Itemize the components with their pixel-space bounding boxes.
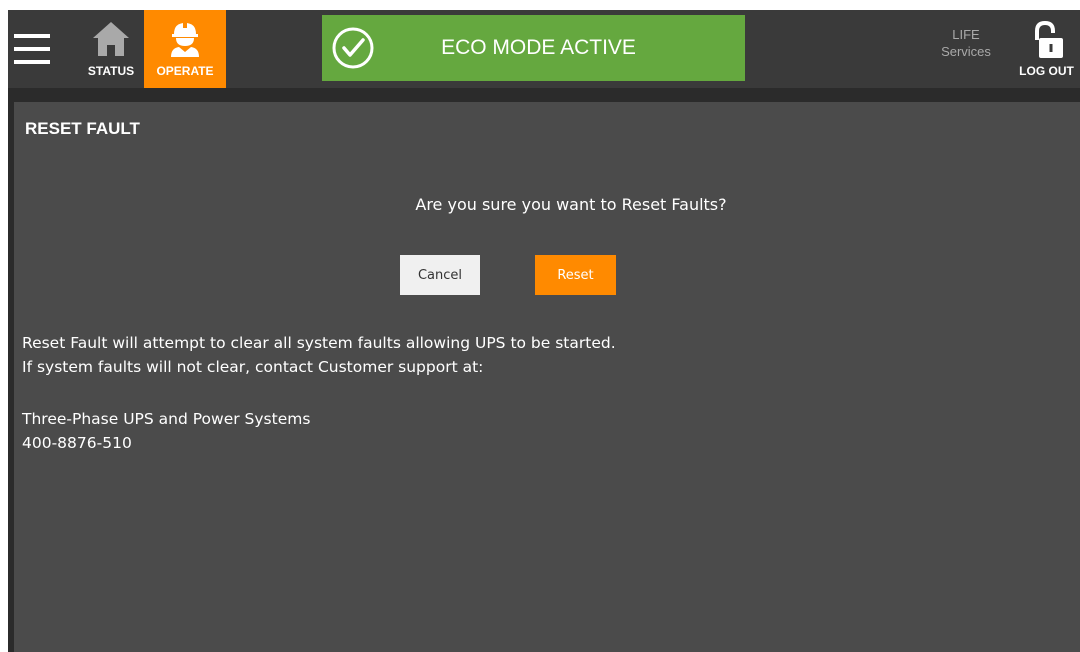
support-company: Three-Phase UPS and Power Systems — [22, 410, 311, 428]
info-text-line2: If system faults will not clear, contact… — [22, 358, 484, 376]
confirm-question: Are you sure you want to Reset Faults? — [415, 195, 727, 214]
reset-button[interactable]: Reset — [535, 255, 616, 295]
life-services-link[interactable]: LIFE Services — [928, 26, 1004, 60]
hamburger-menu-icon[interactable] — [14, 34, 50, 64]
page-title: RESET FAULT — [25, 119, 140, 138]
logout-label: LOG OUT — [1019, 64, 1074, 78]
app-window: STATUS OPERATE LIFE Services ECO MODE AC… — [0, 0, 1080, 652]
tab-operate[interactable]: OPERATE — [144, 10, 226, 88]
cancel-button[interactable]: Cancel — [400, 255, 480, 295]
logout-button[interactable]: LOG OUT — [1013, 10, 1080, 88]
worker-helmet-icon — [144, 16, 226, 62]
reset-fault-panel: RESET FAULT Are you sure you want to Res… — [14, 102, 1080, 652]
unlock-icon — [1013, 18, 1080, 64]
tab-status[interactable]: STATUS — [70, 10, 152, 88]
home-icon — [70, 16, 152, 62]
tab-operate-label: OPERATE — [156, 64, 214, 78]
support-phone: 400-8876-510 — [22, 434, 132, 452]
eco-mode-text: ECO MODE ACTIVE — [441, 36, 636, 59]
tab-status-label: STATUS — [87, 64, 135, 78]
eco-mode-banner: ECO MODE ACTIVE — [322, 15, 745, 81]
header-divider — [8, 88, 1080, 102]
life-services-line1: LIFE — [952, 27, 980, 42]
life-services-line2: Services — [941, 44, 991, 59]
info-text-line1: Reset Fault will attempt to clear all sy… — [22, 334, 616, 352]
